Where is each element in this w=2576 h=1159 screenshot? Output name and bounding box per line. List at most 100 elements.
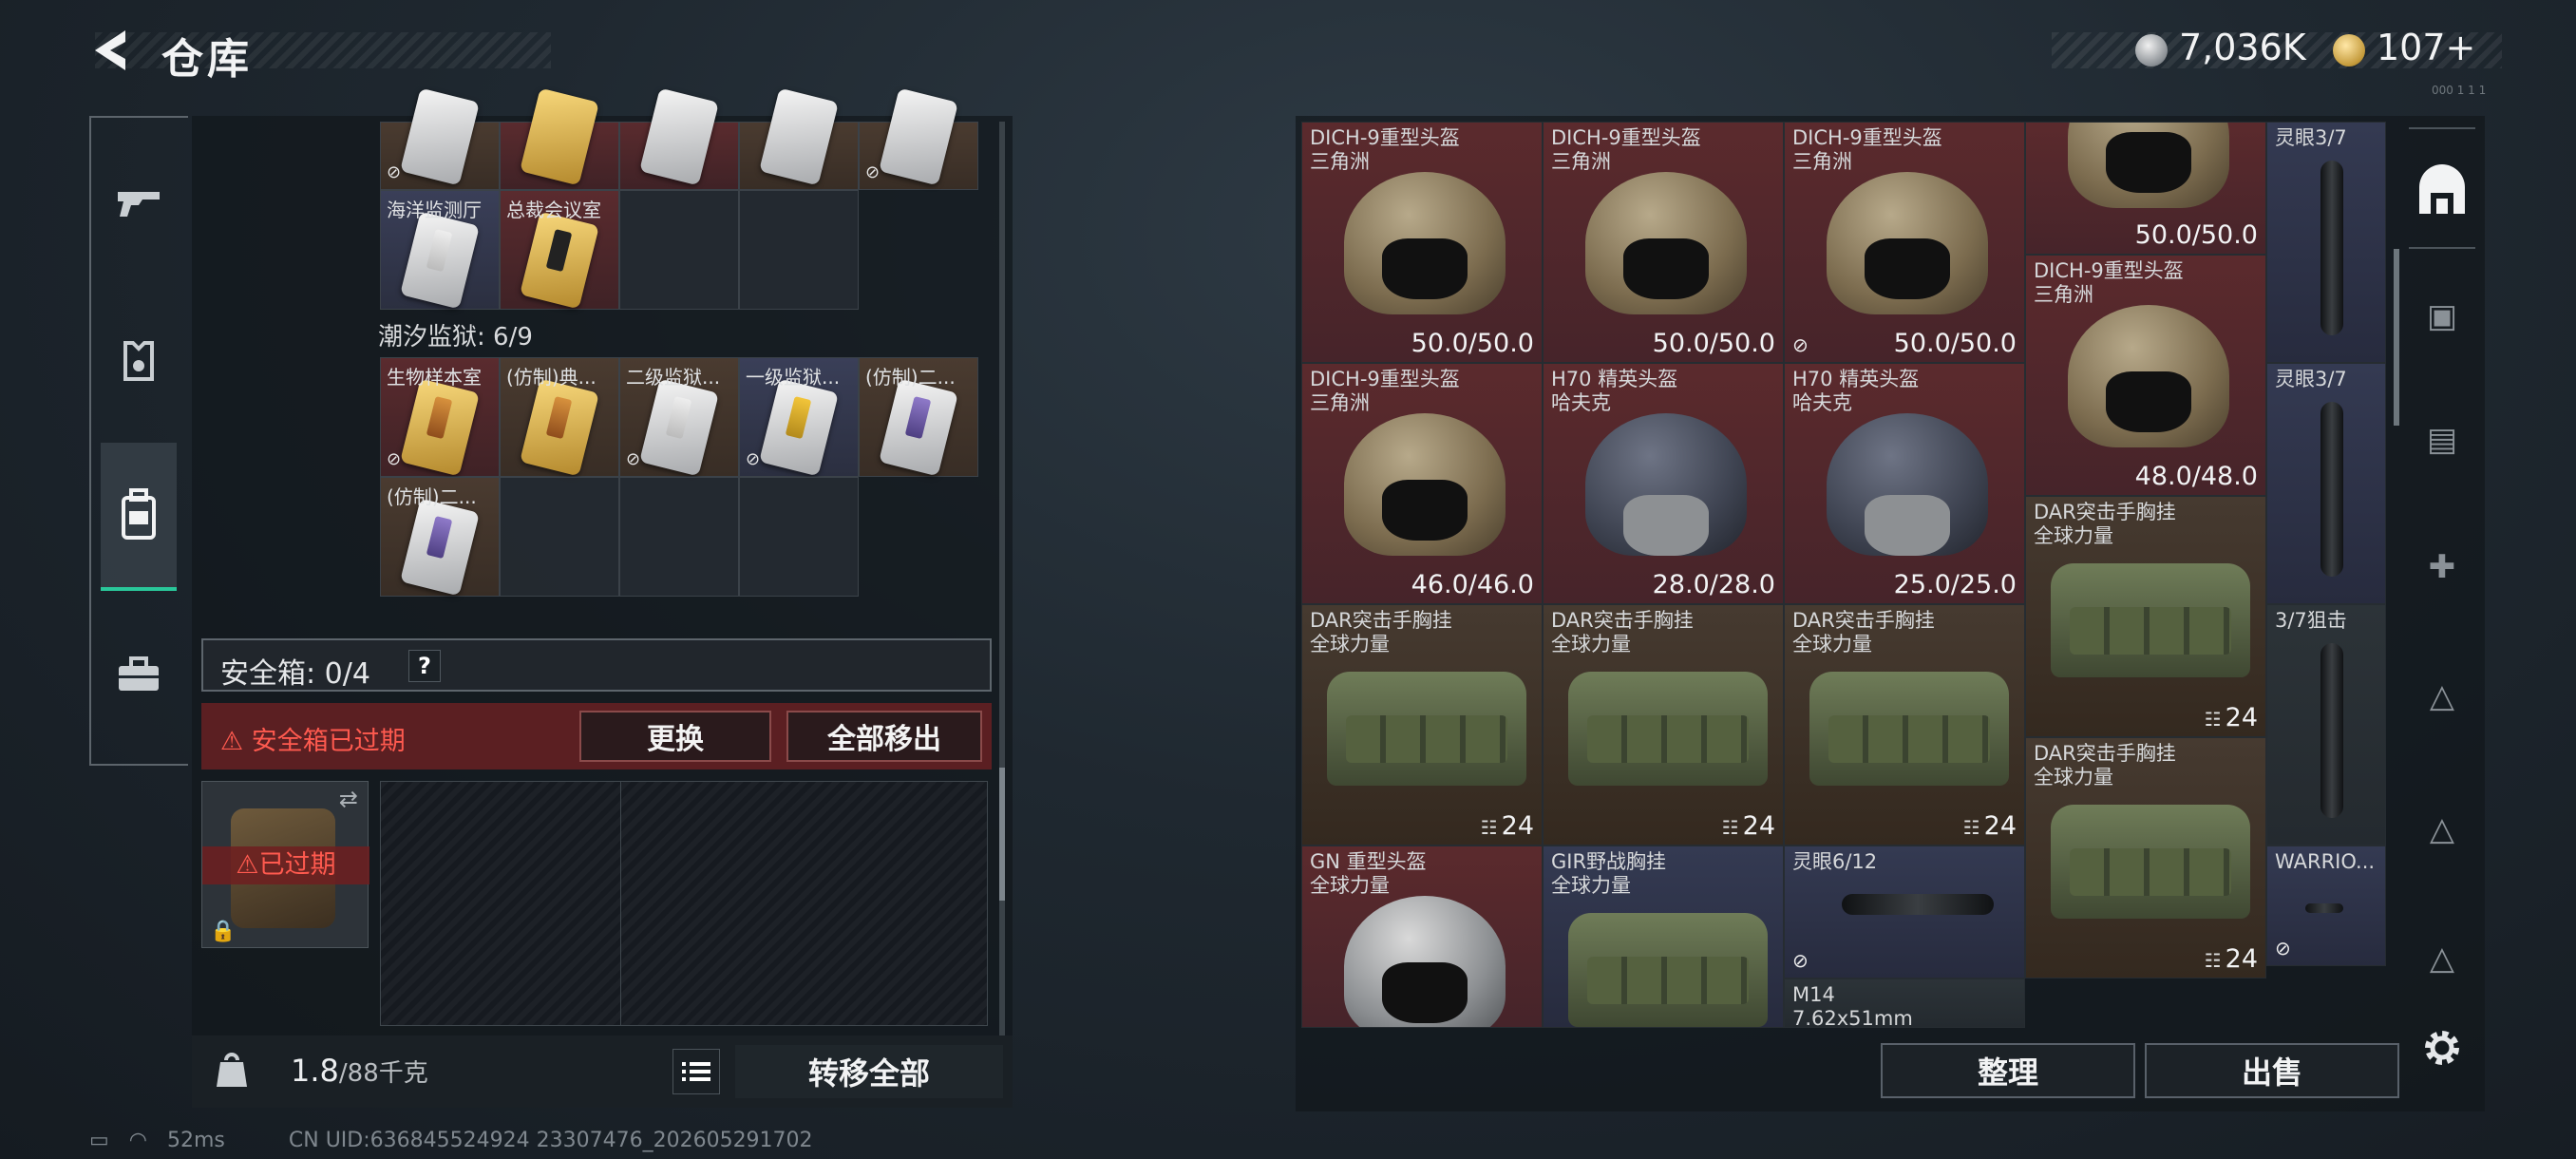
chest-rig-image bbox=[2051, 562, 2250, 677]
filter-all-tab[interactable] bbox=[2411, 160, 2473, 222]
item-subtitle: 哈夫克 bbox=[1792, 391, 1852, 414]
item-name: 3/7狙击 bbox=[2275, 609, 2347, 633]
inventory-item[interactable]: DICH-9重型头盔 三角洲 48.0/48.0 bbox=[2025, 254, 2266, 496]
sidebar-armor-tab[interactable] bbox=[101, 323, 177, 399]
keycard-slot[interactable]: ⊘ bbox=[859, 87, 978, 190]
keycard-slot[interactable]: 生物样本室 ⊘ bbox=[380, 357, 500, 477]
keycard-slot[interactable] bbox=[619, 87, 739, 190]
crate-key-icon: ▣ bbox=[2426, 297, 2458, 335]
sort-button[interactable]: 整理 bbox=[1881, 1043, 2135, 1098]
gold-currency-value[interactable]: 107+ bbox=[2377, 27, 2475, 68]
keycard-slot[interactable]: 海洋监测厅 bbox=[380, 190, 500, 310]
inventory-item[interactable]: DICH-9重型头盔 三角洲 46.0/46.0 bbox=[1301, 363, 1543, 604]
move-all-out-button[interactable]: 全部移出 bbox=[786, 711, 982, 762]
inventory-item[interactable]: DAR突击手胸挂全球力量 24 bbox=[1543, 604, 1784, 846]
safe-box-expired-bar: ⚠ 安全箱已过期 更换 全部移出 bbox=[201, 703, 992, 770]
keycard-image bbox=[759, 87, 839, 186]
inventory-item[interactable]: DAR突击手胸挂全球力量 24 bbox=[1784, 604, 2025, 846]
replace-button[interactable]: 更换 bbox=[579, 711, 771, 762]
inventory-item[interactable]: M14 7.62x51mm bbox=[1784, 978, 2025, 1028]
keycard-slot[interactable]: (仿制)二... bbox=[380, 477, 500, 597]
inventory-item[interactable]: 灵眼3/7 bbox=[2266, 363, 2386, 604]
inventory-item[interactable]: DICH-9重型头盔 三角洲 50.0/50.0 bbox=[1543, 122, 1784, 363]
keycard-label: (仿制)二... bbox=[865, 366, 956, 389]
expired-warning-text: 安全箱已过期 bbox=[251, 727, 406, 756]
inventory-item[interactable]: 50.0/50.0 bbox=[2025, 122, 2266, 255]
empty-slot[interactable] bbox=[739, 477, 859, 597]
inventory-item[interactable]: GN 重型头盔 全球力量 bbox=[1301, 846, 1543, 1028]
sidebar-weapon-tab[interactable] bbox=[101, 165, 177, 241]
keycard-slot[interactable]: (仿制)典... bbox=[500, 357, 619, 477]
no-carry-icon: ⊘ bbox=[865, 162, 881, 182]
filter-tab-iv-1[interactable]: ▣ bbox=[2411, 285, 2473, 348]
filter-tab-iv-6[interactable]: △ bbox=[2411, 927, 2473, 990]
keycard-slot[interactable]: (仿制)二... bbox=[859, 357, 978, 477]
no-carry-icon: ⊘ bbox=[746, 449, 761, 469]
item-name: DAR突击手胸挂 全球力量 bbox=[1310, 609, 1452, 656]
sidebar-case-tab[interactable] bbox=[101, 636, 177, 712]
safe-box-help-button[interactable]: ? bbox=[408, 650, 441, 682]
battery-icon: ▭ bbox=[89, 1129, 109, 1152]
item-subtitle: 三角洲 bbox=[1792, 150, 1852, 173]
safe-box-grid[interactable] bbox=[380, 781, 988, 1026]
inventory-item[interactable]: H70 精英头盔 哈夫克 25.0/25.0 bbox=[1784, 363, 2025, 604]
settings-button[interactable] bbox=[2411, 1016, 2473, 1079]
keycard-slot[interactable]: 一级监狱... ⊘ bbox=[739, 357, 859, 477]
inventory-item[interactable]: DAR突击手胸挂全球力量 24 bbox=[2025, 495, 2266, 737]
item-name: DICH-9重型头盔 三角洲 bbox=[1310, 126, 1460, 174]
capacity-count: 24 bbox=[1722, 811, 1775, 841]
inventory-item[interactable]: WARRIO... ⊘ bbox=[2266, 846, 2386, 966]
inventory-item[interactable]: 灵眼3/7 bbox=[2266, 122, 2386, 363]
keycard-slot[interactable]: 总裁会议室 bbox=[500, 190, 619, 310]
expired-warning: ⚠ 安全箱已过期 bbox=[220, 720, 406, 757]
left-scrollbar[interactable] bbox=[999, 122, 1005, 1053]
inventory-item[interactable]: GIR野战胸挂 全球力量 bbox=[1543, 846, 1784, 1028]
inventory-item[interactable]: DAR突击手胸挂全球力量 24 bbox=[1301, 604, 1543, 846]
item-title: DICH-9重型头盔 bbox=[2034, 258, 2184, 282]
right-scrollbar[interactable] bbox=[2394, 249, 2399, 426]
vest-icon bbox=[123, 341, 154, 381]
empty-slot[interactable] bbox=[619, 190, 739, 310]
triangle-box-icon: △ bbox=[2429, 940, 2455, 978]
filter-tab-iv-4[interactable]: △ bbox=[2411, 665, 2473, 728]
durability-value: 50.0/50.0 bbox=[2134, 219, 2258, 250]
back-button[interactable] bbox=[87, 25, 135, 76]
page-title: 仓库 bbox=[161, 35, 253, 84]
item-subtitle: 全球力量 bbox=[1792, 633, 1872, 656]
inventory-item[interactable]: DICH-9重型头盔 三角洲 50.0/50.0 bbox=[1301, 122, 1543, 363]
no-carry-icon: ⊘ bbox=[387, 162, 402, 182]
chest-rig-image bbox=[1809, 672, 2009, 786]
filter-tab-iv-2[interactable]: ▤ bbox=[2411, 408, 2473, 471]
scope-image bbox=[2320, 161, 2343, 335]
list-view-button[interactable] bbox=[672, 1049, 720, 1094]
ping-text: 52ms bbox=[167, 1129, 225, 1152]
safe-box-header: 安全箱: 0/4 ? bbox=[201, 638, 992, 692]
empty-slot[interactable] bbox=[739, 190, 859, 310]
inventory-item[interactable]: 灵眼6/12 ⊘ bbox=[1784, 846, 2025, 978]
inventory-item[interactable]: DAR突击手胸挂全球力量 24 bbox=[2025, 736, 2266, 978]
keycard-slot[interactable]: 二级监狱... ⊘ bbox=[619, 357, 739, 477]
transfer-all-button[interactable]: 转移全部 bbox=[735, 1045, 1003, 1098]
item-name: 灵眼6/12 bbox=[1792, 850, 1877, 874]
item-name: DICH-9重型头盔 三角洲 bbox=[1551, 126, 1701, 174]
keycard-slot[interactable] bbox=[739, 87, 859, 190]
empty-slot[interactable] bbox=[619, 477, 739, 597]
inventory-item[interactable]: DICH-9重型头盔 三角洲 50.0/50.0 ⊘ bbox=[1784, 122, 2025, 363]
inventory-item[interactable]: 3/7狙击 bbox=[2266, 604, 2386, 846]
inventory-item[interactable]: H70 精英头盔 哈夫克 28.0/28.0 bbox=[1543, 363, 1784, 604]
tidal-prison-section-label: 潮汐监狱: 6/9 bbox=[378, 323, 533, 352]
keycard-slot[interactable] bbox=[500, 87, 619, 190]
filter-tab-iv-3[interactable]: ✚ bbox=[2411, 536, 2473, 598]
sidebar-divider bbox=[2409, 247, 2475, 249]
keycard-slot[interactable]: ⊘ bbox=[380, 87, 500, 190]
swap-icon[interactable]: ⇄ bbox=[339, 786, 358, 812]
safe-box-slot[interactable]: ⚠已过期 ⇄ 🔒 bbox=[201, 781, 369, 948]
filter-tab-iv-5[interactable]: △ bbox=[2411, 798, 2473, 861]
item-name: GIR野战胸挂 全球力量 bbox=[1551, 850, 1666, 898]
sidebar-backpack-tab[interactable] bbox=[101, 443, 177, 591]
empty-slot[interactable] bbox=[500, 477, 619, 597]
keycard-label: 总裁会议室 bbox=[506, 199, 601, 221]
sell-button[interactable]: 出售 bbox=[2145, 1043, 2399, 1098]
keycard-image bbox=[520, 87, 599, 186]
item-title: H70 精英头盔 bbox=[1792, 368, 1920, 390]
